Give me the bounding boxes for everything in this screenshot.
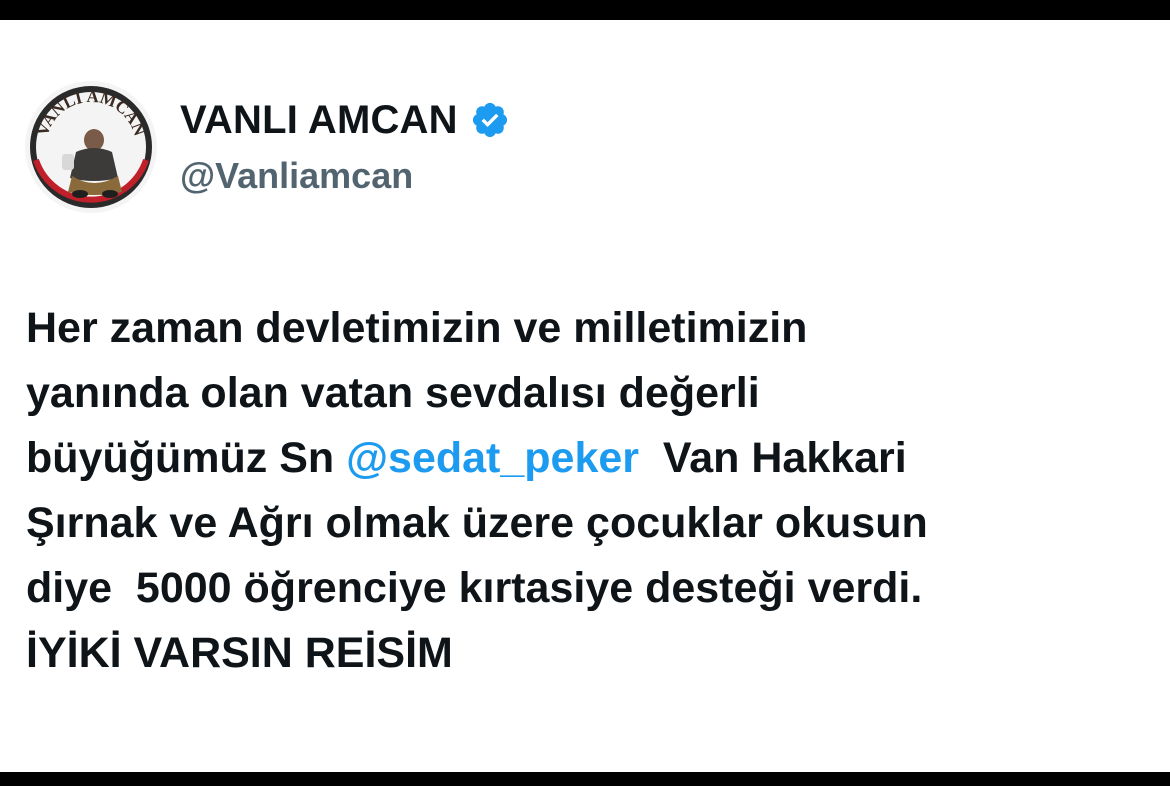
tweet-line: diye 5000 öğrenciye kırtasiye desteği ve… xyxy=(26,564,923,612)
name-row: VANLI AMCAN xyxy=(180,96,510,144)
mention-link[interactable]: @sedat_peker xyxy=(346,434,639,482)
tweet-line: yanında olan vatan sevdalısı değerli xyxy=(26,369,760,417)
tweet-line: Van Hakkari xyxy=(639,434,907,482)
tweet-line: Her zaman devletimizin ve milletimizin xyxy=(26,304,808,352)
verified-badge-icon xyxy=(470,100,510,140)
tweet-line: büyüğümüz Sn xyxy=(26,434,347,482)
avatar-image: VANLI AMCAN xyxy=(25,81,157,213)
user-handle[interactable]: @Vanliamcan xyxy=(180,154,413,198)
tweet-body: Her zaman devletimizin ve milletimizin y… xyxy=(26,296,1156,686)
avatar[interactable]: VANLI AMCAN xyxy=(24,80,158,214)
tweet-line: Şırnak ve Ağrı olmak üzere çocuklar okus… xyxy=(26,499,928,547)
tweet-card: VANLI AMCAN VANLI AMCAN @Vanliamcan Her … xyxy=(0,20,1170,772)
tweet-line: İYİKİ VARSIN REİSİM xyxy=(26,629,453,677)
display-name[interactable]: VANLI AMCAN xyxy=(180,96,458,144)
